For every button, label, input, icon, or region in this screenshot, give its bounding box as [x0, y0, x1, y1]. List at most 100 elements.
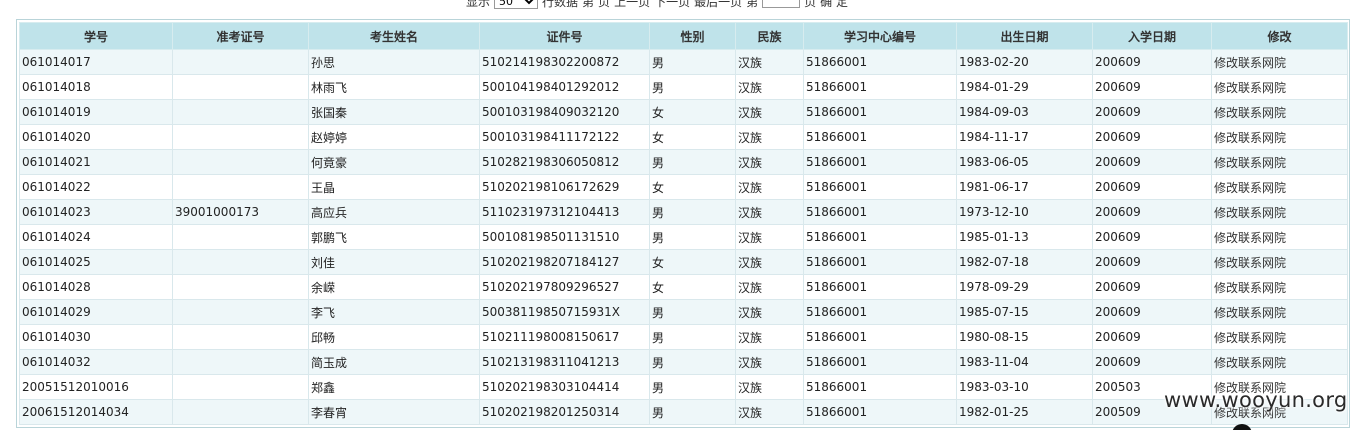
modify-contact-link[interactable]: 修改联系网院	[1211, 149, 1348, 175]
cell-center-code: 51866001	[803, 224, 957, 250]
cell-exam-number	[172, 149, 309, 175]
cell-birth-date: 1984-11-17	[956, 124, 1093, 150]
column-header-gender[interactable]: 性别	[649, 22, 736, 50]
cell-exam-number	[172, 99, 309, 125]
cell-student-id: 20051512010016	[19, 374, 173, 400]
cell-gender: 男	[649, 74, 736, 100]
cell-student-id: 061014023	[19, 199, 173, 225]
modify-contact-link[interactable]: 修改联系网院	[1211, 124, 1348, 150]
cell-ethnicity: 汉族	[735, 99, 804, 125]
table-row: 061014021 何竟豪 510282198306050812 男汉族 5186600…	[19, 149, 1348, 175]
modify-contact-link[interactable]: 修改联系网院	[1211, 174, 1348, 200]
table-row: 20051512010016 郑鑫 510202198303104414 男汉族 518…	[19, 374, 1348, 400]
cell-ethnicity: 汉族	[735, 49, 804, 75]
cell-name: 简玉成	[308, 349, 480, 375]
cell-name: 邱畅	[308, 324, 480, 350]
modify-contact-link[interactable]: 修改联系网院	[1211, 199, 1348, 225]
cell-id-card: 510202198303104414	[479, 374, 650, 400]
cell-center-code: 51866001	[803, 349, 957, 375]
modify-contact-link[interactable]: 修改联系网院	[1211, 224, 1348, 250]
cell-name: 余嵘	[308, 274, 480, 300]
modify-contact-link[interactable]: 修改联系网院	[1211, 274, 1348, 300]
column-header-id-card[interactable]: 证件号	[479, 22, 650, 50]
modify-contact-link[interactable]: 修改联系网院	[1211, 74, 1348, 100]
table-row: 061014029 李飞 50038119850715931X 男汉族 51866001…	[19, 299, 1348, 325]
table-row: 061014023 39001000173 高应兵 51102319731210441…	[19, 199, 1348, 225]
modify-contact-link[interactable]: 修改联系网院	[1211, 249, 1348, 275]
cell-enroll-date: 200609	[1092, 74, 1212, 100]
table-header-row: 学号 准考证号 考生姓名 证件号 性别 民族 学习中心编号 出生日期 入学日期 …	[19, 22, 1348, 50]
cell-gender: 男	[649, 149, 736, 175]
cell-exam-number	[172, 174, 309, 200]
cell-gender: 男	[649, 374, 736, 400]
modify-contact-link[interactable]: 修改联系网院	[1211, 49, 1348, 75]
cell-name: 何竟豪	[308, 149, 480, 175]
cell-name: 赵婷婷	[308, 124, 480, 150]
cell-exam-number	[172, 74, 309, 100]
column-header-modify: 修改	[1211, 22, 1348, 50]
table-row: 061014030 邱畅 510211198008150617 男汉族 51866001…	[19, 324, 1348, 350]
column-header-ethnicity[interactable]: 民族	[735, 22, 804, 50]
per-page-select[interactable]: 50	[494, 0, 539, 9]
cell-enroll-date: 200609	[1092, 249, 1212, 275]
cell-name: 孙思	[308, 49, 480, 75]
cell-id-card: 50038119850715931X	[479, 299, 650, 325]
column-header-student-id[interactable]: 学号	[19, 22, 173, 50]
cell-center-code: 51866001	[803, 199, 957, 225]
last-page-link[interactable]: 最后一页	[694, 0, 742, 10]
table-row: 061014032 简玉成 510213198311041213 男汉族 5186600…	[19, 349, 1348, 375]
table-row: 061014025 刘佳 510202198207184127 女汉族 51866001…	[19, 249, 1348, 275]
student-table-container: 学号 准考证号 考生姓名 证件号 性别 民族 学习中心编号 出生日期 入学日期 …	[16, 19, 1350, 428]
cell-name: 郭鹏飞	[308, 224, 480, 250]
cell-gender: 女	[649, 249, 736, 275]
cell-ethnicity: 汉族	[735, 299, 804, 325]
prev-page-link[interactable]: 上一页	[614, 0, 650, 10]
table-row: 061014018 林雨飞 500104198401292012 男汉族 5186600…	[19, 74, 1348, 100]
modify-contact-link[interactable]: 修改联系网院	[1211, 324, 1348, 350]
modify-contact-link[interactable]: 修改联系网院	[1211, 299, 1348, 325]
cell-id-card: 510202198207184127	[479, 249, 650, 275]
cell-exam-number	[172, 274, 309, 300]
column-header-enroll-date[interactable]: 入学日期	[1092, 22, 1212, 50]
column-header-exam-number[interactable]: 准考证号	[172, 22, 309, 50]
column-header-birth-date[interactable]: 出生日期	[956, 22, 1093, 50]
cell-birth-date: 1982-07-18	[956, 249, 1093, 275]
cell-id-card: 500108198501131510	[479, 224, 650, 250]
cell-birth-date: 1985-07-15	[956, 299, 1093, 325]
table-row: 061014024 郭鹏飞 500108198501131510 男汉族 5186600…	[19, 224, 1348, 250]
page-prefix: 第	[582, 0, 595, 9]
modify-contact-link[interactable]: 修改联系网院	[1211, 99, 1348, 125]
cell-gender: 男	[649, 324, 736, 350]
cell-birth-date: 1984-01-29	[956, 74, 1093, 100]
cell-enroll-date: 200609	[1092, 149, 1212, 175]
cell-enroll-date: 200609	[1092, 174, 1212, 200]
cell-center-code: 51866001	[803, 124, 957, 150]
cell-birth-date: 1982-01-25	[956, 399, 1093, 425]
goto-page-input[interactable]	[762, 0, 801, 8]
cell-student-id: 061014028	[19, 274, 173, 300]
cell-name: 王晶	[308, 174, 480, 200]
cell-id-card: 510213198311041213	[479, 349, 650, 375]
confirm-button[interactable]: 确 定	[820, 0, 848, 10]
column-header-name[interactable]: 考生姓名	[308, 22, 480, 50]
cell-gender: 男	[649, 224, 736, 250]
cell-center-code: 51866001	[803, 49, 957, 75]
cell-ethnicity: 汉族	[735, 399, 804, 425]
cell-id-card: 510202197809296527	[479, 274, 650, 300]
cell-birth-date: 1980-08-15	[956, 324, 1093, 350]
cell-student-id: 061014018	[19, 74, 173, 100]
cell-birth-date: 1983-06-05	[956, 149, 1093, 175]
cell-student-id: 061014017	[19, 49, 173, 75]
cell-ethnicity: 汉族	[735, 149, 804, 175]
modify-contact-link[interactable]: 修改联系网院	[1211, 349, 1348, 375]
cell-center-code: 51866001	[803, 74, 957, 100]
page-suffix: 页	[598, 0, 611, 9]
cell-exam-number	[172, 249, 309, 275]
cell-center-code: 51866001	[803, 149, 957, 175]
cell-center-code: 51866001	[803, 399, 957, 425]
cell-ethnicity: 汉族	[735, 74, 804, 100]
cell-enroll-date: 200609	[1092, 49, 1212, 75]
next-page-link[interactable]: 下一页	[654, 0, 690, 10]
column-header-center-code[interactable]: 学习中心编号	[803, 22, 957, 50]
cell-exam-number: 39001000173	[172, 199, 309, 225]
